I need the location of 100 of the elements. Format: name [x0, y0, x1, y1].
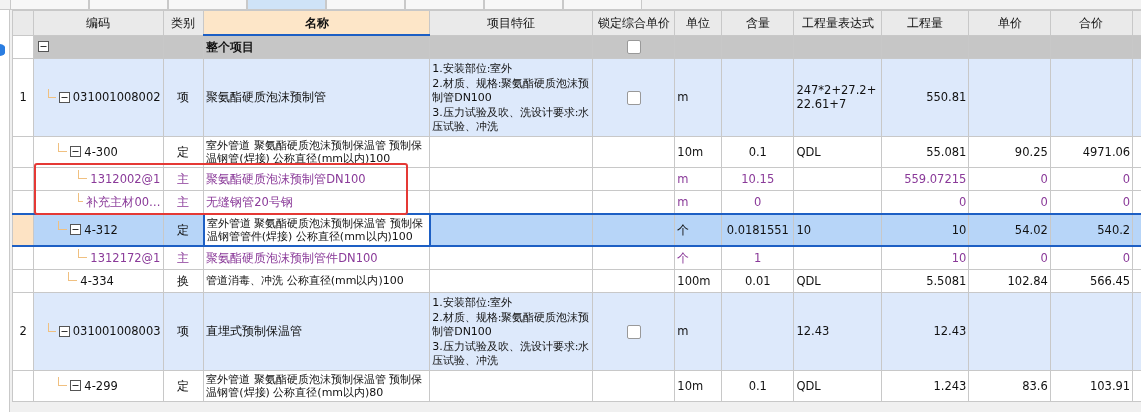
item-name: 管道消毒、冲洗 公称直径(mm以内)100 [206, 274, 404, 288]
total-cell: 566.45 [1089, 273, 1131, 288]
item-name: 聚氨酯硬质泡沫预制管 [206, 90, 327, 105]
quantity-cell: 559.07215 [904, 171, 967, 186]
unit-cell: 个 [677, 222, 690, 237]
unit-price-cell: 102.84 [1007, 273, 1048, 288]
unit-price-cell: 0 [1040, 250, 1048, 265]
total-cell: 540.2 [1097, 222, 1131, 237]
tab[interactable] [563, 0, 642, 10]
unit-price-cell: 83.6 [1022, 378, 1048, 393]
expression-cell: 10 [796, 222, 812, 237]
collapse-toggle[interactable] [70, 380, 82, 392]
total-cell: 103.91 [1089, 378, 1131, 393]
column-header[interactable]: 单位 [674, 10, 722, 35]
item-type: 项 [177, 90, 190, 105]
table-row[interactable]: 2 031001008003 项 直埋式预制保温管 1.安装部位:室外 2.材质、规格:聚氨酯硬质泡沫预制管DN100 3.压力试验及吹、洗设计要求:水压试验、冲洗 m 12.43 12.43 [12, 292, 1141, 371]
collapse-toggle[interactable] [70, 146, 82, 158]
item-code: 031001008003 [72, 324, 161, 339]
item-code: 4-299 [84, 378, 118, 393]
column-header[interactable]: 工程量表达式 [793, 10, 882, 35]
table-row[interactable]: 1312172@1 主 聚氨酯硬质泡沫预制管件DN100 个 1 10 0 0 [12, 245, 1141, 270]
row-number: 1 [19, 90, 27, 105]
table-row[interactable]: 4-300 定 室外管道 聚氨酯硬质泡沫预制保温管 预制保温钢管(焊接) 公称直径(mm以内)100 10m 0.1 QDL 55.081 90.25 4971.06 [12, 136, 1141, 168]
item-code: 031001008002 [72, 90, 161, 105]
unit-cell: m [677, 171, 689, 186]
quantity-cell: 55.081 [926, 144, 967, 159]
column-header[interactable]: 编码 [33, 10, 164, 35]
item-code: 4-312 [84, 222, 118, 237]
expression-cell: 12.43 [796, 324, 830, 339]
total-cell: 0 [1122, 250, 1131, 265]
item-name: 聚氨酯硬质泡沫预制管件DN100 [206, 250, 378, 265]
expression-cell: QDL [796, 378, 821, 393]
unit-price-cell: 0 [1040, 194, 1048, 209]
item-code: 4-300 [84, 144, 118, 159]
quantity-cell: 0 [959, 194, 967, 209]
item-code: 4-334 [80, 273, 114, 288]
tab[interactable] [326, 0, 405, 10]
item-type: 主 [177, 194, 190, 209]
collapse-toggle[interactable] [58, 325, 70, 337]
item-name: 室外管道 聚氨酯硬质泡沫预制保温管 预制保温钢管(焊接) 公称直径(mm以内)80 [206, 372, 423, 399]
item-code: 1312172@1 [90, 250, 161, 265]
column-header[interactable]: 类别 [163, 10, 204, 35]
table-row[interactable]: 4-334 换 管道消毒、冲洗 公称直径(mm以内)100 100m 0.01 QDL 5.5081 102.84 566.45 [12, 269, 1141, 293]
checkbox[interactable] [626, 90, 641, 105]
ratio-cell: 0.1 [748, 144, 767, 159]
item-type: 主 [177, 250, 190, 265]
tab[interactable] [484, 0, 563, 10]
item-name: 室外管道 聚氨酯硬质泡沫预制保温管 预制保温钢管(焊接) 公称直径(mm以内)100 [206, 138, 423, 165]
item-type: 项 [177, 324, 190, 339]
item-type: 定 [177, 222, 190, 237]
item-type: 定 [177, 378, 190, 393]
total-cell: 4971.06 [1082, 144, 1131, 159]
item-type: 换 [177, 273, 190, 288]
table-row[interactable]: 1 031001008002 项 聚氨酯硬质泡沫预制管 1.安装部位:室外 2.材质、规格:聚氨酯硬质泡沫预制管DN100 3.压力试验及吹、洗设计要求:水压试验、冲洗 m 247*2+27.2+22.61+7 550.81 [12, 58, 1141, 137]
ratio-cell: 10.15 [741, 171, 775, 186]
unit-cell: 10m [677, 378, 704, 393]
unit-cell: 10m [677, 144, 704, 159]
table-row[interactable]: 4-299 定 室外管道 聚氨酯硬质泡沫预制保温管 预制保温钢管(焊接) 公称直径(mm以内)80 10m 0.1 QDL 1.243 83.6 103.91 [12, 370, 1141, 402]
unit-cell: m [677, 194, 689, 209]
total-cell: 0 [1122, 194, 1131, 209]
column-header[interactable]: 名称 [203, 10, 430, 35]
table-row[interactable]: 整个项目 [12, 35, 1141, 59]
collapse-toggle[interactable] [70, 224, 82, 236]
item-name: 聚氨酯硬质泡沫预制管DN100 [206, 171, 366, 186]
table-row[interactable]: 1312002@1 主 聚氨酯硬质泡沫预制管DN100 m 10.15 559.07215 0 0 [12, 167, 1141, 191]
unit-cell: m [677, 324, 689, 339]
item-type: 主 [177, 171, 190, 186]
quantity-cell: 12.43 [933, 324, 967, 339]
tab[interactable] [89, 0, 168, 10]
ratio-cell: 0.0181551 [726, 222, 789, 237]
checkbox[interactable] [626, 40, 641, 54]
unit-price-cell: 0 [1040, 171, 1048, 186]
item-code: 补充主材00… [86, 194, 161, 209]
unit-price-cell: 54.02 [1014, 222, 1048, 237]
total-cell: 0 [1122, 171, 1131, 186]
column-header[interactable]: 合价 [1050, 10, 1133, 35]
item-features: 1.安装部位:室外 2.材质、规格:聚氨酯硬质泡沫预制管DN100 3.压力试验及吹、洗设计要求:水压试验、冲洗 [432, 295, 590, 368]
tab[interactable] [405, 0, 484, 10]
unit-cell: 100m [677, 273, 711, 288]
item-name: 室外管道 聚氨酯硬质泡沫预制保温管 预制保温钢管管件(焊接) 公称直径(mm以内)100 [206, 216, 423, 243]
checkbox[interactable] [626, 324, 641, 339]
item-type: 定 [177, 144, 190, 159]
collapse-toggle[interactable] [58, 92, 70, 103]
quantity-cell: 1.243 [933, 378, 967, 393]
item-code: 1312002@1 [90, 171, 161, 186]
expression-cell: 247*2+27.2+22.61+7 [796, 83, 877, 112]
tab[interactable] [168, 0, 247, 10]
collapse-toggle[interactable] [38, 41, 50, 53]
ratio-cell: 0 [754, 194, 762, 209]
table-row[interactable]: 4-312 定 室外管道 聚氨酯硬质泡沫预制保温管 预制保温钢管管件(焊接) 公称直径(mm以内)100 个 0.0181551 10 10 54.02 540.2 [12, 213, 1141, 246]
tab[interactable] [10, 0, 89, 10]
expression-cell: QDL [796, 144, 821, 159]
ratio-cell: 0.01 [744, 273, 771, 288]
item-features: 1.安装部位:室外 2.材质、规格:聚氨酯硬质泡沫预制管DN100 3.压力试验及吹、洗设计要求:水压试验、冲洗 [432, 62, 590, 134]
column-header[interactable]: 含量 [721, 10, 794, 35]
column-header[interactable]: 单价 [968, 10, 1051, 35]
unit-price-cell: 90.25 [1014, 144, 1048, 159]
column-header[interactable]: 锁定综合单价 [592, 10, 675, 35]
column-header[interactable]: 项目特征 [429, 10, 593, 35]
column-header[interactable]: 工程量 [881, 10, 969, 35]
